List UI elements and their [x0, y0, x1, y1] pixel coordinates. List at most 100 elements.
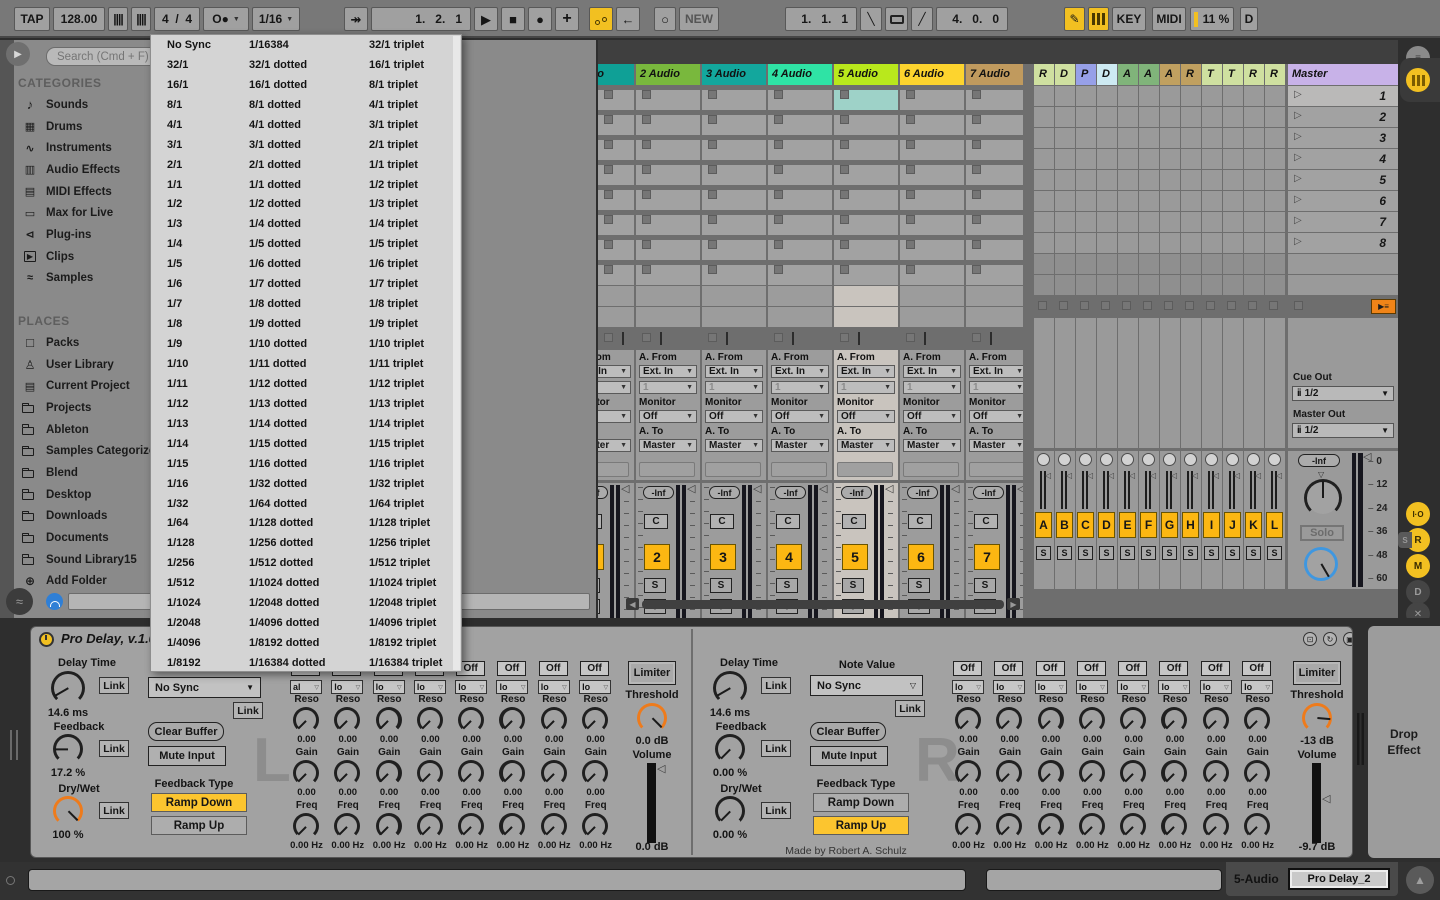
clip-stop-icon[interactable]	[906, 240, 915, 249]
return-knob[interactable]	[1058, 453, 1071, 466]
sync-option-dotted[interactable]: 1/512 dotted	[249, 557, 369, 569]
reso-knob[interactable]	[293, 707, 319, 733]
time-signature-field[interactable]: 4 / 4	[154, 7, 200, 31]
stop-button[interactable]	[1164, 301, 1173, 310]
stop-button[interactable]	[1038, 301, 1047, 310]
return-header[interactable]: T	[1223, 64, 1243, 85]
clip-slot[interactable]	[768, 90, 832, 110]
output-selector[interactable]: Master▼	[837, 439, 895, 452]
stop-all-clips-button[interactable]	[604, 333, 613, 342]
clip-stop-icon[interactable]	[840, 190, 849, 199]
solo-button[interactable]: S	[842, 578, 864, 593]
solo-button[interactable]: S	[908, 578, 930, 593]
sync-option-dotted[interactable]: 1/4096 dotted	[249, 617, 369, 629]
computer-midi-keyboard-button[interactable]	[1088, 7, 1109, 31]
clip-stop-icon[interactable]	[642, 190, 651, 199]
sync-option-triplet[interactable]: 1/4 triplet	[369, 218, 461, 230]
sync-selector-r[interactable]: No Sync▽	[810, 675, 923, 696]
sync-option[interactable]: 32/1	[167, 59, 249, 71]
return-header[interactable]: R	[1244, 64, 1264, 85]
scroll-right-icon[interactable]: ▶	[1007, 598, 1020, 610]
clip-stop-icon[interactable]	[604, 165, 613, 174]
link-button[interactable]: Link	[233, 702, 263, 719]
solo-button[interactable]: S	[776, 578, 798, 593]
solo-button[interactable]: S	[1099, 546, 1114, 560]
sync-option[interactable]: 1/15	[167, 458, 249, 470]
fader-handle-icon[interactable]: ◁	[1129, 471, 1135, 480]
reso-knob[interactable]	[582, 707, 608, 733]
sync-option-dotted[interactable]: 1/11 dotted	[249, 358, 369, 370]
clip-stop-icon[interactable]	[708, 215, 717, 224]
clip-slot[interactable]	[598, 215, 634, 235]
sync-option[interactable]: 4/1	[167, 119, 249, 131]
gain-knob[interactable]	[376, 760, 402, 786]
volume-slider-r[interactable]	[1312, 763, 1321, 843]
solo-button[interactable]: S	[1036, 546, 1051, 560]
output-selector[interactable]: Master▼	[598, 439, 631, 452]
clip-stop-icon[interactable]	[972, 165, 981, 174]
return-knob[interactable]	[1142, 453, 1155, 466]
stop-all-clips-button[interactable]	[906, 333, 915, 342]
sync-option-dotted[interactable]: 1/2048 dotted	[249, 597, 369, 609]
sync-option-dotted[interactable]: 1/16384	[249, 39, 369, 51]
sync-option[interactable]: 8/1	[167, 99, 249, 111]
sync-option-triplet[interactable]: 1/12 triplet	[369, 378, 461, 390]
return-header[interactable]: D	[1055, 64, 1075, 85]
gain-knob[interactable]	[1244, 760, 1270, 786]
band-type-selector[interactable]: lo▽	[1076, 680, 1108, 694]
freq-knob[interactable]	[1079, 813, 1105, 839]
sync-option-triplet[interactable]: 1/5 triplet	[369, 238, 461, 250]
return-header[interactable]: R	[1034, 64, 1054, 85]
sync-option-triplet[interactable]: 1/6 triplet	[369, 258, 461, 270]
track-activator-button[interactable]: 5	[842, 544, 868, 570]
sync-option[interactable]: 1/13	[167, 418, 249, 430]
clip-stop-icon[interactable]	[708, 140, 717, 149]
monitor-selector[interactable]: Off▼	[903, 410, 961, 423]
sync-option-dotted[interactable]: 1/12 dotted	[249, 378, 369, 390]
link-button[interactable]: Link	[761, 677, 791, 694]
sync-option-triplet[interactable]: 3/1 triplet	[369, 119, 461, 131]
freq-knob[interactable]	[458, 813, 484, 839]
clip-stop-icon[interactable]	[774, 90, 783, 99]
input-type-selector[interactable]: Ext. In▼	[705, 365, 763, 378]
clip-slot[interactable]	[636, 190, 700, 210]
hot-swap-icon[interactable]: ↻	[1323, 632, 1337, 646]
track-activator-button[interactable]: 2	[644, 544, 670, 570]
clip-slot[interactable]	[900, 240, 964, 260]
sync-option-triplet[interactable]: 8/1 triplet	[369, 79, 461, 91]
sync-option-dotted[interactable]: 32/1 dotted	[249, 59, 369, 71]
pan-control[interactable]: C	[842, 514, 866, 529]
stop-all-clips-button[interactable]	[774, 333, 783, 342]
reso-knob[interactable]	[334, 707, 360, 733]
return-activator-button[interactable]: I	[1203, 512, 1220, 538]
return-activator-button[interactable]: F	[1140, 512, 1157, 538]
sync-option-triplet[interactable]: 2/1 triplet	[369, 139, 461, 151]
freq-knob[interactable]	[1161, 813, 1187, 839]
link-button[interactable]: Link	[99, 740, 129, 757]
freq-knob[interactable]	[334, 813, 360, 839]
clip-slot[interactable]	[598, 165, 634, 185]
fader-handle-icon[interactable]: ◁	[885, 484, 893, 495]
clip-slot[interactable]	[900, 165, 964, 185]
sync-option-dotted[interactable]: 1/7 dotted	[249, 278, 369, 290]
tempo-field[interactable]: 128.00	[53, 7, 105, 31]
band-off-button[interactable]: Off	[994, 661, 1023, 676]
loop-button[interactable]	[885, 7, 908, 31]
freq-knob[interactable]	[582, 813, 608, 839]
sync-option[interactable]: No Sync	[167, 39, 249, 51]
sync-menu-row[interactable]: ✓ 1/128 1/256 dotted 1/256 triplet	[151, 533, 461, 553]
gain-knob[interactable]	[1203, 760, 1229, 786]
sync-option-triplet[interactable]: 1/32 triplet	[369, 478, 461, 490]
clip-slot[interactable]	[834, 140, 898, 160]
band-off-button[interactable]: Off	[539, 661, 568, 676]
sync-option-dotted[interactable]: 1/8 dotted	[249, 298, 369, 310]
sync-option-dotted[interactable]: 1/5 dotted	[249, 238, 369, 250]
band-type-selector[interactable]: lo▽	[331, 680, 363, 694]
clip-slot[interactable]	[702, 115, 766, 135]
clip-slot[interactable]	[834, 190, 898, 210]
scene-launch-icon[interactable]: ▷	[1294, 131, 1302, 142]
sync-option-triplet[interactable]: 1/2 triplet	[369, 179, 461, 191]
sync-option-dotted[interactable]: 1/256 dotted	[249, 537, 369, 549]
clip-stop-icon[interactable]	[840, 240, 849, 249]
monitor-selector[interactable]: Off▼	[639, 410, 697, 423]
